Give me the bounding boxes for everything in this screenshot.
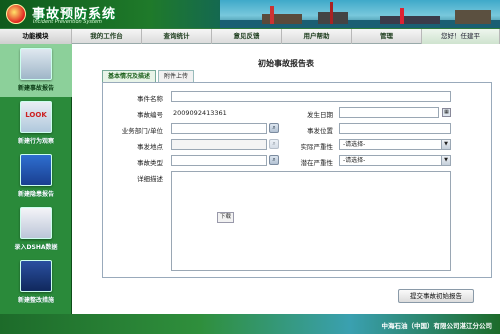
sidebar-item-label: 新建整改措施 <box>17 297 54 304</box>
calendar-icon[interactable]: ▦ <box>442 108 451 117</box>
tab-query-stats[interactable]: 查询统计 <box>142 29 212 44</box>
sidebar-item-new-hazard-report[interactable]: 新建隐患报告 <box>0 150 72 203</box>
sidebar-item-label: 新建隐患报告 <box>17 191 54 198</box>
sidebar-item-new-behavior-observation[interactable]: LOOK 新建行为观察 <box>0 97 72 150</box>
oil-rig-tower <box>330 2 333 24</box>
event-name-label: 事件名称 <box>137 95 163 103</box>
event-type-input[interactable] <box>171 155 267 166</box>
potential-severity-value: -请选择- <box>343 157 366 164</box>
sidebar-item-new-corrective-action[interactable]: 新建整改措施 <box>0 256 72 309</box>
data-chart-icon <box>20 207 52 239</box>
tab-feedback[interactable]: 意见反馈 <box>212 29 282 44</box>
main-content: 初始事故报告表 基本情况及描述 附件上传 事件名称 事故编号 200909241… <box>72 44 500 314</box>
tab-attachment-upload[interactable]: 附件上传 <box>158 70 195 82</box>
potential-severity-label: 潜在严重性 <box>300 159 334 167</box>
oil-rig-tower <box>400 8 404 24</box>
tab-my-workbench[interactable]: 我的工作台 <box>72 29 142 44</box>
sidebar: 新建事故报告 LOOK 新建行为观察 新建隐患报告 录入DSHA数据 新建整改措… <box>0 44 72 314</box>
chevron-down-icon[interactable]: ▼ <box>441 140 450 149</box>
form-tabs: 基本情况及描述 附件上传 <box>102 70 196 82</box>
oil-rig-tower <box>270 6 274 24</box>
oil-rig-graphic <box>455 10 491 24</box>
date-input[interactable] <box>339 107 439 118</box>
header-banner: 事故预防系统 Incident Prevention System <box>0 0 500 28</box>
oil-rig-graphic <box>380 16 440 24</box>
submit-initial-report-button[interactable]: 提交事故初始报告 <box>398 289 474 303</box>
sidebar-item-label: 新建事故报告 <box>17 85 54 92</box>
event-no-value: 2009092413361 <box>173 109 227 117</box>
look-icon: LOOK <box>20 101 52 133</box>
user-greeting: 您好！任建平 <box>422 29 500 44</box>
chevron-down-icon[interactable]: ▼ <box>441 156 450 165</box>
tab-basic-info[interactable]: 基本情况及描述 <box>102 70 157 82</box>
page-title: 初始事故报告表 <box>258 59 314 68</box>
footer-copyright: 中海石油（中国）有限公司湛江分公司 <box>381 322 493 330</box>
dept-label: 业务部门/单位 <box>121 127 163 135</box>
sidebar-item-label: 新建行为观察 <box>17 138 54 145</box>
place-input[interactable] <box>171 139 267 150</box>
dept-input[interactable] <box>171 123 267 134</box>
actual-severity-value: -请选择- <box>343 141 366 148</box>
app-logo-icon <box>6 4 26 24</box>
location-input[interactable] <box>339 123 451 134</box>
sidebar-item-new-incident-report[interactable]: 新建事故报告 <box>0 44 72 97</box>
hazard-icon <box>20 154 52 186</box>
description-textarea[interactable] <box>171 171 451 271</box>
report-icon <box>20 48 52 80</box>
place-label: 事发地点 <box>137 143 163 151</box>
potential-severity-select[interactable]: -请选择- ▼ <box>339 155 451 166</box>
location-label: 事发位置 <box>307 127 333 135</box>
desc-label: 详细描述 <box>137 175 163 183</box>
download-button[interactable]: 下载 <box>217 212 235 223</box>
date-label: 发生日期 <box>307 111 333 119</box>
oil-rig-graphic <box>318 12 348 24</box>
event-type-label: 事故类型 <box>137 159 163 167</box>
form-panel: 事件名称 事故编号 2009092413361 发生日期 ▦ 业务部门/单位 ⌕… <box>102 82 492 278</box>
event-no-label: 事故编号 <box>137 111 163 119</box>
footer: 中海石油（中国）有限公司湛江分公司 <box>0 314 500 334</box>
actual-severity-select[interactable]: -请选择- ▼ <box>339 139 451 150</box>
app-subtitle: Incident Prevention System <box>33 19 102 25</box>
oil-rig-graphic <box>262 14 302 24</box>
event-name-input[interactable] <box>171 91 451 102</box>
search-icon[interactable]: ⌕ <box>269 139 279 149</box>
tab-user-help[interactable]: 用户帮助 <box>282 29 352 44</box>
actual-severity-label: 实际严重性 <box>300 143 334 151</box>
search-icon[interactable]: ⌕ <box>269 123 279 133</box>
search-icon[interactable]: ⌕ <box>269 155 279 165</box>
sidebar-item-label: 录入DSHA数据 <box>14 244 58 251</box>
top-nav: 功能模块 我的工作台 查询统计 意见反馈 用户帮助 管理 您好！任建平 <box>0 28 500 44</box>
wrench-icon <box>20 260 52 292</box>
func-module-label: 功能模块 <box>0 29 72 44</box>
tab-management[interactable]: 管理 <box>352 29 422 44</box>
sidebar-item-enter-dsha-data[interactable]: 录入DSHA数据 <box>0 203 72 256</box>
